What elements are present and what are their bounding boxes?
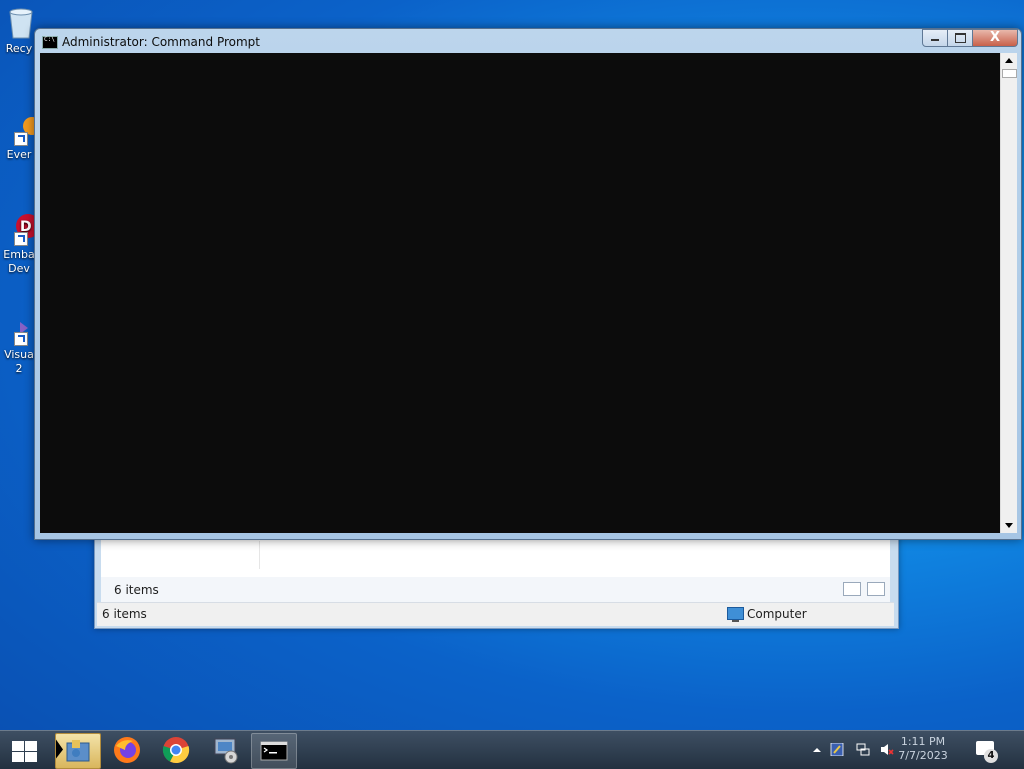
- details-view-icon[interactable]: [843, 582, 861, 596]
- embarcadero-icon: D: [2, 212, 38, 246]
- taskbar-command-prompt[interactable]: [251, 733, 297, 769]
- command-prompt-icon: [260, 741, 288, 761]
- close-button[interactable]: X: [973, 29, 1018, 47]
- minimize-button[interactable]: [922, 29, 948, 47]
- taskbar-remote-desktop[interactable]: [203, 733, 247, 767]
- preview-view-icon[interactable]: [867, 582, 885, 596]
- mouse-cursor-icon: [56, 739, 63, 764]
- firefox-icon: [114, 737, 140, 763]
- close-icon: X: [989, 30, 1001, 45]
- command-prompt-icon[interactable]: [42, 36, 58, 49]
- desktop-icon-visual-studio[interactable]: Visua 2: [0, 312, 38, 376]
- column-divider: [259, 541, 260, 569]
- status-location-label: Computer: [747, 607, 807, 621]
- desktop-icon-label: Recy: [5, 42, 33, 55]
- visual-studio-icon: [2, 312, 36, 346]
- shortcut-arrow-icon: [14, 232, 28, 246]
- start-button[interactable]: [10, 739, 38, 763]
- desktop-icon-recycle-bin[interactable]: Recy: [0, 6, 38, 56]
- notification-count-badge: 4: [984, 749, 998, 763]
- windows-logo-pane: [12, 752, 24, 762]
- scrollbar-thumb[interactable]: [1002, 69, 1017, 78]
- windows-logo-pane: [25, 741, 37, 751]
- network-icon[interactable]: [856, 743, 870, 756]
- chrome-icon: [162, 737, 190, 764]
- clock-time: 1:11 PM: [900, 735, 946, 748]
- console-output-area[interactable]: [40, 53, 1000, 533]
- recycle-bin-icon: [2, 6, 36, 40]
- scroll-up-arrow-icon[interactable]: [1001, 53, 1017, 69]
- tray-app-icon[interactable]: [830, 743, 844, 756]
- taskbar-firefox[interactable]: [105, 733, 149, 767]
- everything-icon: [2, 112, 38, 146]
- clock-date: 7/7/2023: [898, 749, 948, 762]
- scroll-down-arrow-icon[interactable]: [1001, 517, 1017, 533]
- explorer-status-bar: 6 items Computer: [97, 602, 894, 626]
- desktop-icon-everything[interactable]: Ever: [0, 112, 38, 162]
- command-prompt-window[interactable]: Administrator: Command Prompt X: [34, 28, 1022, 540]
- window-title-bar[interactable]: Administrator: Command Prompt X: [35, 29, 1021, 53]
- taskbar: 1:11 PM 7/7/2023 4: [0, 730, 1024, 769]
- show-hidden-icons-arrow-icon[interactable]: [810, 743, 824, 756]
- desktop-icon-label: Visua 2: [4, 348, 34, 375]
- computer-icon: [727, 607, 744, 622]
- desktop-icon-label: Ever: [6, 148, 32, 161]
- maximize-button[interactable]: [948, 29, 973, 47]
- desktop-icon-embarcadero[interactable]: D Emba Dev: [0, 212, 38, 276]
- desktop-icon-label: Emba Dev: [3, 248, 35, 275]
- shortcut-arrow-icon: [14, 132, 28, 146]
- details-item-count: 6 items: [114, 583, 159, 597]
- vertical-scrollbar[interactable]: [1000, 53, 1017, 533]
- windows-logo-icon: [12, 741, 24, 751]
- system-tray: 1:11 PM 7/7/2023 4: [804, 731, 1024, 769]
- file-explorer-icon: [66, 740, 90, 762]
- explorer-details-pane: 6 items: [101, 577, 890, 602]
- status-location: Computer: [727, 607, 807, 622]
- taskbar-chrome[interactable]: [154, 733, 198, 767]
- windows-logo-pane: [25, 752, 37, 762]
- status-item-count: 6 items: [102, 607, 147, 621]
- shortcut-arrow-icon: [14, 332, 28, 346]
- caption-buttons: X: [922, 29, 1018, 47]
- taskbar-clock[interactable]: 1:11 PM 7/7/2023: [890, 735, 956, 763]
- window-title: Administrator: Command Prompt: [62, 35, 260, 49]
- remote-desktop-icon: [214, 738, 238, 764]
